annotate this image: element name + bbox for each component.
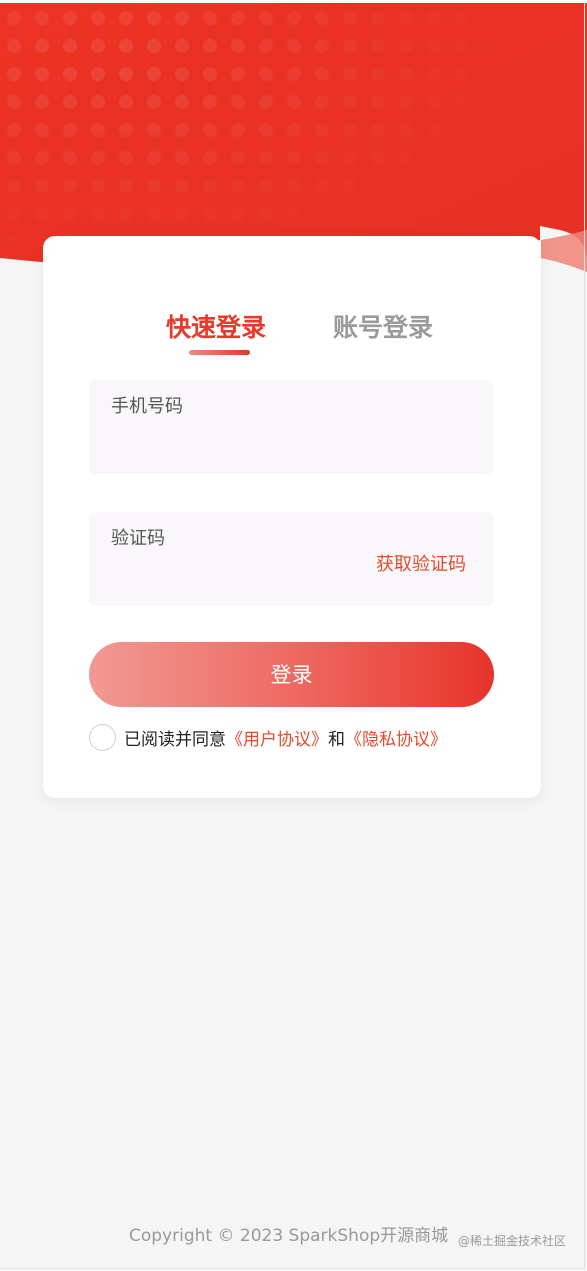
code-input[interactable] — [111, 558, 365, 594]
tab-quick-login[interactable]: 快速登录 — [166, 308, 266, 348]
agreement-prefix: 已阅读并同意 — [124, 729, 226, 750]
phone-label: 手机号码 — [111, 396, 183, 417]
login-button[interactable]: 登录 — [89, 642, 494, 707]
agreement-conjunction: 和 — [328, 729, 345, 750]
login-tabs: 快速登录 账号登录 — [43, 236, 541, 366]
page-footer: Copyright © 2023 SparkShop开源商城 @稀土掘金技术社区 — [0, 1222, 587, 1250]
get-code-button[interactable]: 获取验证码 — [376, 553, 466, 577]
agreement-row: 已阅读并同意 《用户协议》 和 《隐私协议》 — [89, 722, 447, 752]
watermark-text: @稀土掘金技术社区 — [458, 1234, 567, 1248]
code-field: 验证码 获取验证码 — [89, 512, 494, 606]
user-agreement-link[interactable]: 《用户协议》 — [226, 725, 328, 750]
phone-field: 手机号码 — [89, 380, 494, 474]
phone-input[interactable] — [111, 426, 365, 462]
privacy-agreement-link[interactable]: 《隐私协议》 — [345, 725, 447, 750]
active-tab-indicator — [189, 350, 250, 355]
login-card: 快速登录 账号登录 手机号码 验证码 获取验证码 登录 已阅读并同意 《用户协议… — [43, 236, 541, 798]
agreement-checkbox[interactable] — [89, 723, 116, 751]
code-label: 验证码 — [111, 528, 165, 549]
tab-account-login[interactable]: 账号登录 — [333, 308, 433, 348]
copyright-text: Copyright © 2023 SparkShop开源商城 — [129, 1226, 449, 1246]
